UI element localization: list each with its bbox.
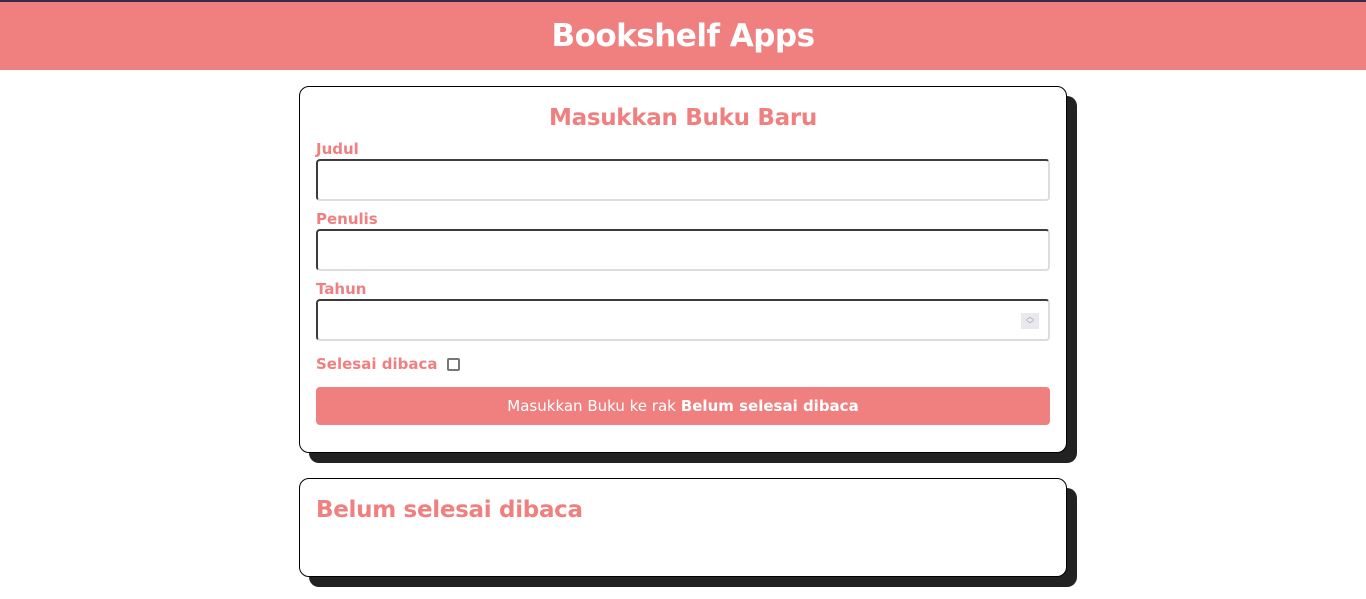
incomplete-bookshelf: Belum selesai dibaca bbox=[299, 478, 1067, 577]
title-input[interactable] bbox=[316, 159, 1050, 201]
year-label: Tahun bbox=[316, 280, 367, 298]
input-book-section: Masukkan Buku Baru Judul Penulis Tahun ︿… bbox=[299, 86, 1067, 453]
title-label: Judul bbox=[316, 140, 359, 158]
year-input[interactable]: ︿ ﹀ bbox=[316, 299, 1050, 341]
submit-prefix: Masukkan Buku ke rak bbox=[507, 397, 676, 415]
incomplete-shelf-title: Belum selesai dibaca bbox=[316, 497, 583, 523]
complete-label: Selesai dibaca bbox=[316, 355, 438, 373]
complete-checkbox[interactable] bbox=[447, 357, 461, 371]
submit-book-button[interactable]: Masukkan Buku ke rak Belum selesai dibac… bbox=[316, 387, 1050, 425]
app-header: Bookshelf Apps bbox=[0, 0, 1366, 70]
author-label: Penulis bbox=[316, 210, 378, 228]
author-input[interactable] bbox=[316, 229, 1050, 271]
submit-target: Belum selesai dibaca bbox=[680, 397, 859, 415]
app-title: Bookshelf Apps bbox=[551, 18, 815, 54]
input-section-title: Masukkan Buku Baru bbox=[549, 105, 817, 131]
chevron-down-icon[interactable]: ﹀ bbox=[1021, 321, 1039, 329]
number-spinner[interactable]: ︿ ﹀ bbox=[1021, 313, 1039, 329]
